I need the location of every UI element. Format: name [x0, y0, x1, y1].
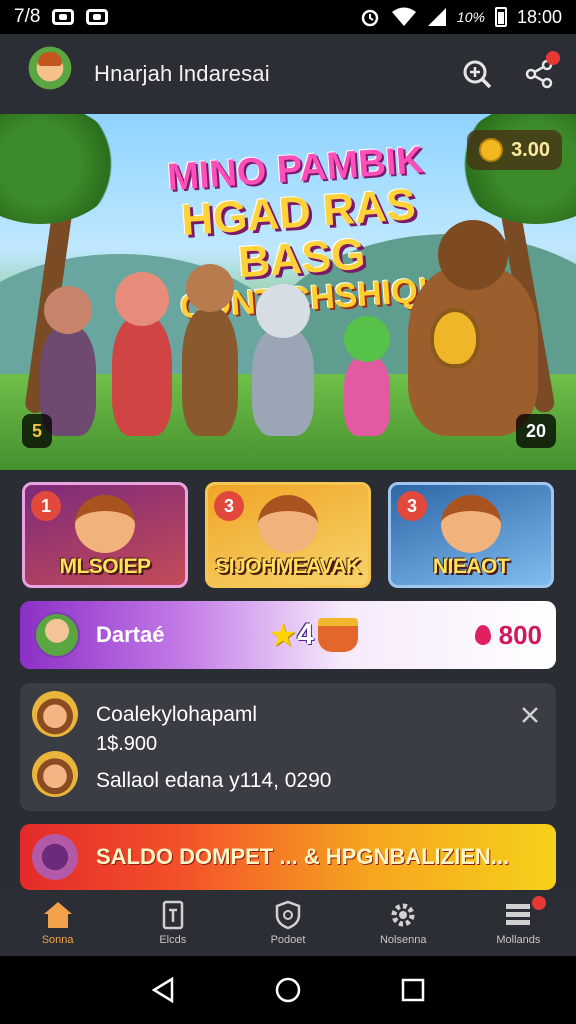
hero-character-2	[112, 272, 172, 436]
transaction-card[interactable]: Coalekylohapaml 1$.900 Sallaol edana y11…	[20, 683, 556, 811]
category-card-3-character	[441, 495, 501, 553]
home-icon	[43, 902, 72, 928]
notification-app-icon-2	[86, 9, 109, 25]
gem-icon	[474, 625, 491, 645]
app-header: Hnarjah lndaresai	[0, 34, 576, 114]
battery-icon	[494, 7, 507, 27]
hero-character-3	[182, 264, 238, 436]
nav-item-documents[interactable]: Elcds	[115, 890, 230, 956]
document-icon	[162, 900, 184, 930]
hero-character-1-head	[44, 286, 92, 334]
list-icon	[506, 904, 531, 925]
rewards-value-group: 800	[474, 619, 542, 651]
hero-character-2-head	[115, 272, 169, 326]
category-card-1-character	[75, 495, 135, 553]
hero-character-4	[252, 284, 314, 436]
nav-item-menu[interactable]: Mollands	[461, 890, 576, 956]
nav-label-protect: Podoet	[270, 934, 306, 946]
alarm-icon	[361, 9, 379, 27]
basket-icon	[317, 618, 358, 652]
transaction-avatar-2	[32, 751, 78, 797]
star-icon: ★	[268, 617, 298, 653]
rewards-label: Dartaé	[96, 622, 165, 647]
status-left: 7/8	[14, 6, 109, 28]
zoom-search-icon	[463, 60, 492, 89]
transaction-title: Coalekylohapaml	[96, 703, 258, 726]
rewards-count: 4	[297, 618, 314, 651]
menu-notification-dot	[532, 896, 547, 910]
hero-chip-left[interactable]: 5	[22, 414, 53, 448]
zoom-search-button[interactable]	[460, 57, 494, 91]
hero-character-warrior	[408, 220, 538, 436]
share-button[interactable]	[522, 51, 560, 91]
category-card-2-number: 3	[214, 491, 244, 521]
category-card-1[interactable]: 1 MLSOIEP	[22, 482, 188, 588]
nav-label-home: Sonna	[41, 934, 74, 946]
hero-character-4-head	[256, 284, 310, 338]
category-card-2[interactable]: 3 SIJOHMEAVAK	[205, 482, 371, 588]
nav-item-protect[interactable]: Podoet	[230, 890, 345, 956]
palm-leaves-left	[0, 114, 120, 224]
rewards-avatar	[34, 612, 80, 658]
status-right: 10% 18:00	[359, 6, 562, 28]
promo-banner[interactable]: SALDO DOMPET ... & HPGNBALIZIEN...	[20, 824, 556, 890]
category-card-3[interactable]: 3 NIEAOT	[388, 482, 554, 588]
wifi-icon	[391, 7, 416, 26]
nav-label-settings: Nolsenna	[379, 934, 427, 946]
nav-label-documents: Elcds	[159, 934, 187, 946]
app-screen: 7/8 10% 18:00 Hnarjah lndaresai MINO PAM…	[0, 0, 576, 1024]
back-button[interactable]	[148, 975, 178, 1005]
system-nav-bar	[0, 956, 576, 1024]
gear-icon	[391, 903, 415, 927]
rewards-bar[interactable]: Dartaé ★ 4 800	[20, 601, 556, 669]
notification-app-icon	[52, 9, 75, 25]
share-notification-dot	[546, 51, 560, 65]
category-card-1-label: MLSOIEP	[59, 555, 151, 578]
nav-item-home[interactable]: Sonna	[0, 890, 115, 956]
app-logo[interactable]	[20, 44, 80, 104]
hero-character-5	[344, 316, 390, 436]
hero-character-3-head	[186, 264, 234, 312]
home-button[interactable]	[273, 975, 303, 1005]
category-card-3-label: NIEAOT	[432, 555, 510, 578]
transaction-avatar-1	[32, 691, 78, 737]
status-bar: 7/8 10% 18:00	[0, 0, 576, 34]
status-clock: 18:00	[516, 6, 562, 27]
close-button[interactable]	[518, 703, 542, 727]
coin-balance-badge[interactable]: 3.00	[467, 130, 562, 170]
category-card-2-character	[258, 495, 318, 553]
promo-avatar	[32, 834, 78, 880]
shield-icon	[275, 900, 301, 930]
category-card-2-label: SIJOHMEAVAK	[215, 555, 361, 578]
coin-icon	[479, 138, 504, 162]
close-icon	[522, 707, 538, 723]
hero-character-5-head	[344, 316, 390, 362]
app-title: Hnarjah lndaresai	[94, 61, 270, 86]
shield-emblem	[430, 308, 480, 368]
recents-button[interactable]	[398, 975, 428, 1005]
header-actions	[460, 51, 560, 91]
nav-item-settings[interactable]: Nolsenna	[346, 890, 461, 956]
coin-balance: 3.00	[511, 138, 550, 161]
transaction-amount: 1$.900	[96, 733, 158, 755]
rewards-value: 800	[498, 619, 542, 650]
status-time-left: 7/8	[14, 6, 41, 27]
transaction-subtitle: Sallaol edana y114, 0290	[96, 769, 332, 792]
signal-icon	[427, 8, 446, 26]
hero-banner[interactable]: MINO PAMBIK HGAD RAS BASG CONT CHSHIQ! 3…	[0, 114, 576, 470]
nav-label-menu: Mollands	[496, 934, 541, 946]
category-cards: 1 MLSOIEP 3 SIJOHMEAVAK 3 NIEAOT	[22, 482, 554, 588]
bottom-nav: Sonna Elcds Podoet Nolsenna Mollands	[0, 890, 576, 956]
battery-percent: 10%	[456, 9, 485, 25]
promo-text: SALDO DOMPET ... & HPGNBALIZIEN...	[96, 844, 510, 869]
category-card-3-number: 3	[397, 491, 427, 521]
hero-character-warrior-head	[438, 220, 508, 290]
category-card-1-number: 1	[31, 491, 61, 521]
hero-chip-right[interactable]: 20	[515, 414, 556, 448]
